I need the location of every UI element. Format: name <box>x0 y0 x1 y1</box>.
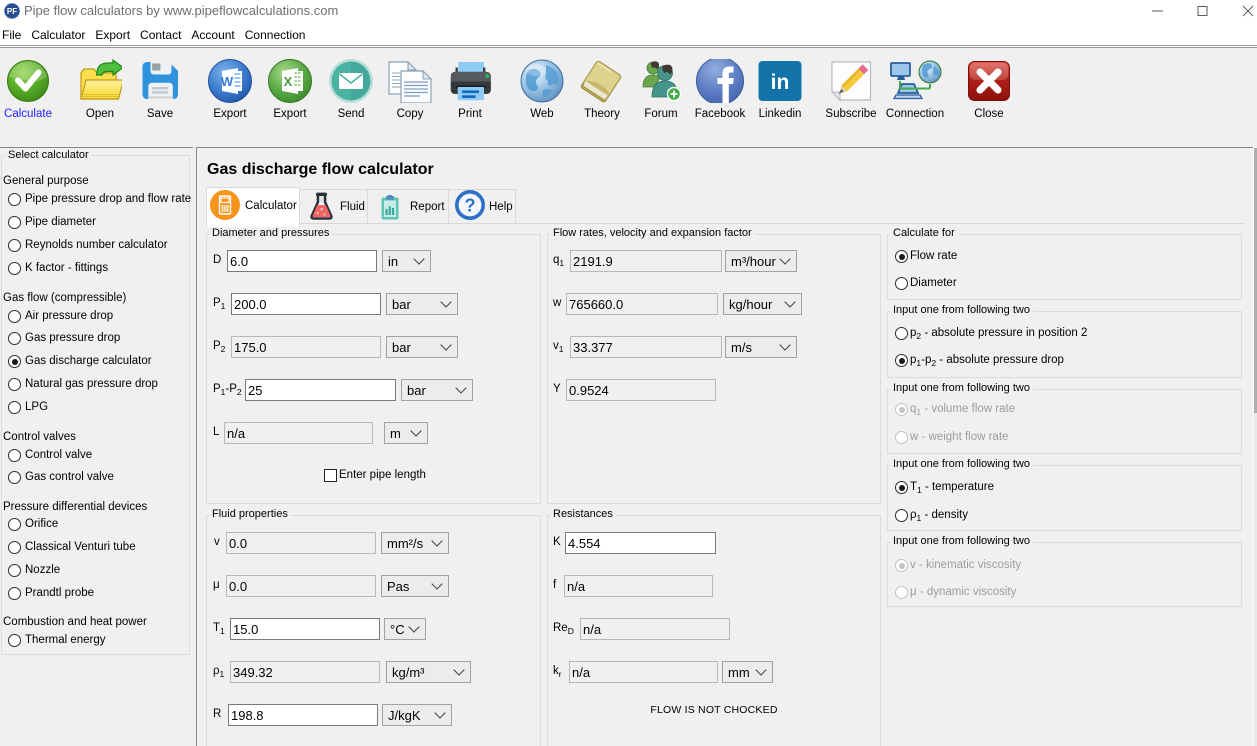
svg-text:X: X <box>284 74 293 89</box>
svg-text:?: ? <box>465 196 476 216</box>
svg-text:in: in <box>771 71 790 94</box>
svg-text:W: W <box>221 74 234 89</box>
svg-text:PF: PF <box>7 7 17 16</box>
